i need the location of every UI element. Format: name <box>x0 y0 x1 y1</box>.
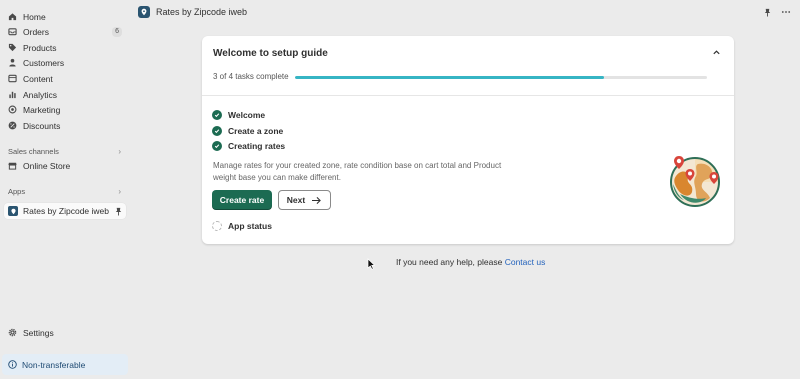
sidebar: Home Orders 6 Products Customers Content… <box>0 0 130 379</box>
task-app-status[interactable]: App status <box>212 220 272 232</box>
non-transferable-banner[interactable]: Non-transferable <box>2 354 128 375</box>
tag-icon <box>8 43 17 52</box>
sidebar-item-customers[interactable]: Customers <box>4 55 126 70</box>
task-label: Creating rates <box>228 141 286 151</box>
sidebar-item-label: Analytics <box>23 89 58 100</box>
chevron-right-icon: › <box>118 146 121 156</box>
pin-icon[interactable] <box>114 207 123 216</box>
pin-icon[interactable] <box>762 7 772 17</box>
app-logo-icon <box>138 6 150 18</box>
sidebar-item-discounts[interactable]: Discounts <box>4 118 126 133</box>
setup-guide-title: Welcome to setup guide <box>213 48 328 59</box>
content-icon <box>8 74 17 83</box>
task-label: Welcome <box>228 110 266 120</box>
sidebar-item-label: Rates by Zipcode iweb <box>23 206 109 216</box>
check-circle-icon <box>212 126 222 136</box>
sidebar-item-label: Content <box>23 73 53 84</box>
person-icon <box>8 58 17 67</box>
task-description: Manage rates for your created zone, rate… <box>213 161 502 182</box>
apps-label: Apps <box>8 186 26 196</box>
sidebar-item-label: Online Store <box>23 160 71 171</box>
help-text: If you need any help, please Contact us <box>396 257 545 267</box>
sidebar-item-label: Settings <box>23 327 54 338</box>
progress-bar <box>295 76 707 79</box>
check-circle-icon <box>212 141 222 151</box>
sidebar-item-home[interactable]: Home <box>4 9 126 24</box>
info-icon <box>8 360 17 369</box>
create-rate-button[interactable]: Create rate <box>212 190 272 210</box>
gear-icon <box>8 328 17 337</box>
mouse-cursor-icon <box>367 258 375 270</box>
home-icon <box>8 12 17 21</box>
progress-text: 3 of 4 tasks complete <box>213 72 289 81</box>
sales-channels-header[interactable]: Sales channels › <box>8 145 124 157</box>
check-circle-icon <box>212 110 222 120</box>
target-icon <box>8 105 17 114</box>
chevron-right-icon: › <box>118 186 121 196</box>
store-icon <box>8 161 17 170</box>
sidebar-item-analytics[interactable]: Analytics <box>4 87 126 102</box>
collapse-button[interactable] <box>710 46 722 58</box>
non-transferable-label: Non-transferable <box>22 359 86 370</box>
chevron-up-icon <box>712 49 720 54</box>
sidebar-item-label: Home <box>23 11 46 22</box>
divider <box>202 95 734 96</box>
sidebar-item-settings[interactable]: Settings <box>4 325 126 340</box>
arrow-right-icon <box>312 196 322 204</box>
sidebar-item-label: Marketing <box>23 104 61 115</box>
help-text-label: If you need any help, please <box>396 257 505 267</box>
setup-guide-card: Welcome to setup guide 3 of 4 tasks comp… <box>202 36 734 244</box>
sidebar-item-label: Products <box>23 42 57 53</box>
app-logo-icon <box>8 206 18 216</box>
sidebar-item-online-store[interactable]: Online Store <box>4 158 126 173</box>
sales-channels-label: Sales channels <box>8 146 59 156</box>
next-button[interactable]: Next <box>278 190 331 210</box>
progress-bar-fill <box>295 76 604 79</box>
empty-circle-icon <box>212 221 222 231</box>
contact-us-link[interactable]: Contact us <box>505 257 546 267</box>
discount-icon <box>8 121 17 130</box>
task-create-zone[interactable]: Create a zone <box>212 125 283 137</box>
more-options-icon[interactable] <box>781 7 791 17</box>
orders-icon <box>8 27 17 36</box>
task-label: App status <box>228 221 272 231</box>
sidebar-item-label: Discounts <box>23 120 61 131</box>
sidebar-item-rates-by-zipcode[interactable]: Rates by Zipcode iweb <box>4 203 126 219</box>
task-creating-rates[interactable]: Creating rates <box>212 140 285 152</box>
sidebar-item-content[interactable]: Content <box>4 71 126 86</box>
app-topbar: Rates by Zipcode iweb <box>130 0 800 24</box>
task-welcome[interactable]: Welcome <box>212 109 265 121</box>
task-label: Create a zone <box>228 126 284 136</box>
apps-header[interactable]: Apps › <box>8 185 124 197</box>
globe-rates-illustration <box>670 156 720 207</box>
sidebar-item-marketing[interactable]: Marketing <box>4 102 126 117</box>
orders-count-badge: 6 <box>112 26 122 37</box>
app-title: Rates by Zipcode iweb <box>156 7 248 17</box>
next-button-label: Next <box>286 195 306 205</box>
bar-chart-icon <box>8 90 17 99</box>
sidebar-item-products[interactable]: Products <box>4 40 126 55</box>
sidebar-item-label: Customers <box>23 57 65 68</box>
sidebar-item-label: Orders <box>23 26 49 37</box>
sidebar-item-orders[interactable]: Orders 6 <box>4 24 126 39</box>
